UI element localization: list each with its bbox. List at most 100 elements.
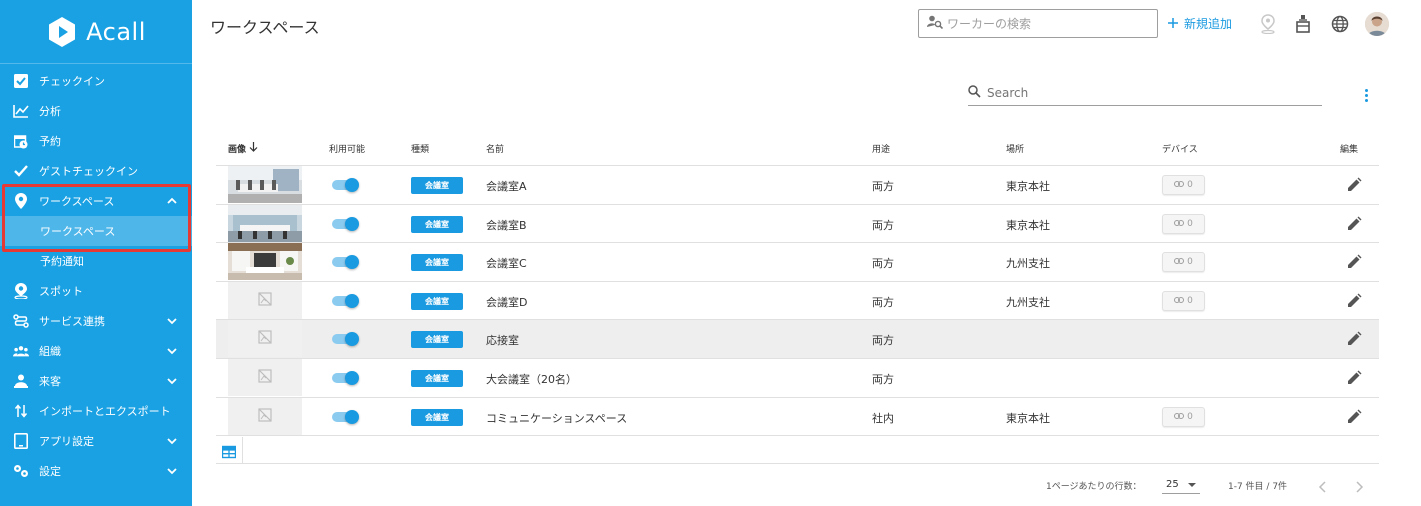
availability-toggle[interactable] — [332, 332, 359, 347]
chevron-down-icon — [166, 465, 178, 477]
divider — [242, 437, 243, 464]
device-link-chip[interactable]: 0 — [1162, 175, 1205, 195]
worker-search-input[interactable] — [947, 16, 1147, 31]
sidebar-item-organization[interactable]: 組織 — [0, 336, 192, 366]
sidebar-item-reservation[interactable]: 予約 — [0, 126, 192, 156]
availability-toggle[interactable] — [332, 293, 359, 308]
table-search-input[interactable] — [987, 85, 1307, 100]
availability-toggle[interactable] — [332, 409, 359, 424]
table-search-box[interactable] — [968, 80, 1322, 106]
sidebar-item-visitors[interactable]: 来客 — [0, 366, 192, 396]
location-person-icon[interactable] — [1257, 13, 1279, 35]
acall-logo-icon — [46, 16, 78, 48]
no-image-placeholder — [228, 358, 302, 396]
table-row[interactable]: 会議室 会議室C 両方 九州支社 0 — [216, 243, 1379, 282]
availability-toggle[interactable] — [332, 216, 359, 231]
sidebar-item-service-integration[interactable]: サービス連携 — [0, 306, 192, 336]
sidebar-item-workspace[interactable]: ワークスペース — [0, 186, 192, 216]
device-count: 0 — [1187, 295, 1193, 306]
next-page-icon[interactable] — [1352, 479, 1366, 493]
sidebar-item-checkin[interactable]: チェックイン — [0, 66, 192, 96]
type-badge: 会議室 — [411, 408, 463, 426]
column-header-available[interactable]: 利用可能 — [329, 142, 365, 155]
sidebar-item-guest-checkin[interactable]: ゲストチェックイン — [0, 156, 192, 186]
chevron-down-icon — [166, 435, 178, 447]
sidebar-item-spot[interactable]: スポット — [0, 276, 192, 306]
sidebar-item-label: アプリ設定 — [39, 435, 94, 448]
workspace-place: 九州支社 — [1006, 257, 1050, 271]
integration-icon — [13, 313, 29, 329]
sidebar: Acall チェックイン 分析 予約 ゲストチェックイン ワークスペース ワーク… — [0, 0, 192, 506]
column-header-place[interactable]: 場所 — [1006, 142, 1024, 155]
link-icon — [1174, 219, 1185, 229]
workspace-name: 会議室D — [486, 295, 528, 309]
sidebar-item-import-export[interactable]: インポートとエクスポート — [0, 396, 192, 426]
edit-pencil-icon[interactable] — [1346, 177, 1362, 193]
device-link-chip[interactable]: 0 — [1162, 290, 1205, 311]
table-row[interactable]: 会議室 コミュニケーションスペース 社内 東京本社 0 — [216, 397, 1379, 437]
sidebar-item-label: 分析 — [39, 105, 61, 118]
workspace-name: 応接室 — [486, 334, 519, 348]
add-new-button[interactable]: 新規追加 — [1168, 15, 1232, 32]
sidebar-subitem-reservation-notice[interactable]: 予約通知 — [0, 246, 192, 276]
user-avatar[interactable] — [1365, 12, 1389, 36]
table-row[interactable]: 会議室 会議室D 両方 九州支社 0 — [216, 281, 1379, 321]
logo[interactable]: Acall — [0, 0, 192, 64]
edit-pencil-icon[interactable] — [1346, 370, 1362, 386]
table-row[interactable]: 会議室 大会議室（20名） 両方 — [216, 358, 1379, 398]
device-link-chip[interactable]: 0 — [1162, 406, 1205, 427]
column-header-image[interactable]: 画像 — [228, 142, 258, 155]
rows-per-page-select[interactable]: 25 — [1162, 476, 1200, 494]
sidebar-item-label: インポートとエクスポート — [39, 405, 171, 418]
grid-view-icon[interactable] — [221, 444, 237, 459]
reception-desk-icon[interactable] — [1292, 13, 1314, 35]
column-header-device[interactable]: デバイス — [1162, 142, 1198, 155]
device-link-chip[interactable]: 0 — [1162, 252, 1205, 273]
more-options-icon[interactable] — [1358, 86, 1374, 104]
arrow-down-icon — [249, 142, 258, 155]
availability-toggle[interactable] — [332, 370, 359, 385]
worker-search-box[interactable] — [918, 9, 1158, 38]
edit-pencil-icon[interactable] — [1346, 293, 1362, 309]
edit-pencil-icon[interactable] — [1346, 331, 1362, 347]
table-toolbar — [216, 437, 1379, 464]
add-new-label: 新規追加 — [1184, 17, 1233, 31]
column-header-name[interactable]: 名前 — [486, 142, 504, 155]
workspace-use: 両方 — [872, 372, 894, 386]
workspace-use: 両方 — [872, 334, 894, 348]
sidebar-item-app-settings[interactable]: アプリ設定 — [0, 426, 192, 456]
chevron-down-icon — [166, 315, 178, 327]
workspace-use: 両方 — [872, 257, 894, 271]
chevron-up-icon — [166, 195, 178, 207]
availability-toggle[interactable] — [332, 255, 359, 270]
availability-toggle[interactable] — [332, 178, 359, 192]
sidebar-item-settings[interactable]: 設定 — [0, 456, 192, 486]
globe-icon[interactable] — [1329, 13, 1351, 35]
column-header-use[interactable]: 用途 — [872, 142, 890, 155]
workspace-place: 東京本社 — [1006, 180, 1050, 193]
no-image-placeholder — [228, 320, 302, 358]
prev-page-icon[interactable] — [1316, 479, 1330, 493]
device-count: 0 — [1187, 180, 1193, 190]
sidebar-item-label: サービス連携 — [39, 315, 105, 328]
top-header: ワークスペース 新規追加 — [192, 0, 1421, 48]
sidebar-item-analytics[interactable]: 分析 — [0, 96, 192, 126]
type-badge: 会議室 — [411, 369, 463, 387]
workspace-name: コミュニケーションスペース — [486, 411, 628, 425]
table-row[interactable]: 会議室 会議室A 両方 東京本社 0 — [216, 166, 1379, 205]
no-image-placeholder — [228, 281, 302, 319]
edit-pencil-icon[interactable] — [1346, 409, 1362, 425]
workspace-use: 社内 — [872, 411, 894, 425]
logo-text: Acall — [86, 17, 146, 46]
table-row[interactable]: 会議室 応接室 両方 — [216, 320, 1379, 359]
column-header-type[interactable]: 種類 — [411, 142, 429, 155]
person-pin-icon — [13, 283, 29, 299]
edit-pencil-icon[interactable] — [1346, 254, 1362, 270]
link-icon — [1174, 412, 1185, 422]
page-title: ワークスペース — [210, 18, 320, 37]
sidebar-subitem-workspace[interactable]: ワークスペース — [0, 216, 192, 246]
workspace-name: 会議室A — [486, 180, 527, 193]
table-row[interactable]: 会議室 会議室B 両方 東京本社 0 — [216, 204, 1379, 244]
device-link-chip[interactable]: 0 — [1162, 213, 1205, 234]
edit-pencil-icon[interactable] — [1346, 216, 1362, 232]
